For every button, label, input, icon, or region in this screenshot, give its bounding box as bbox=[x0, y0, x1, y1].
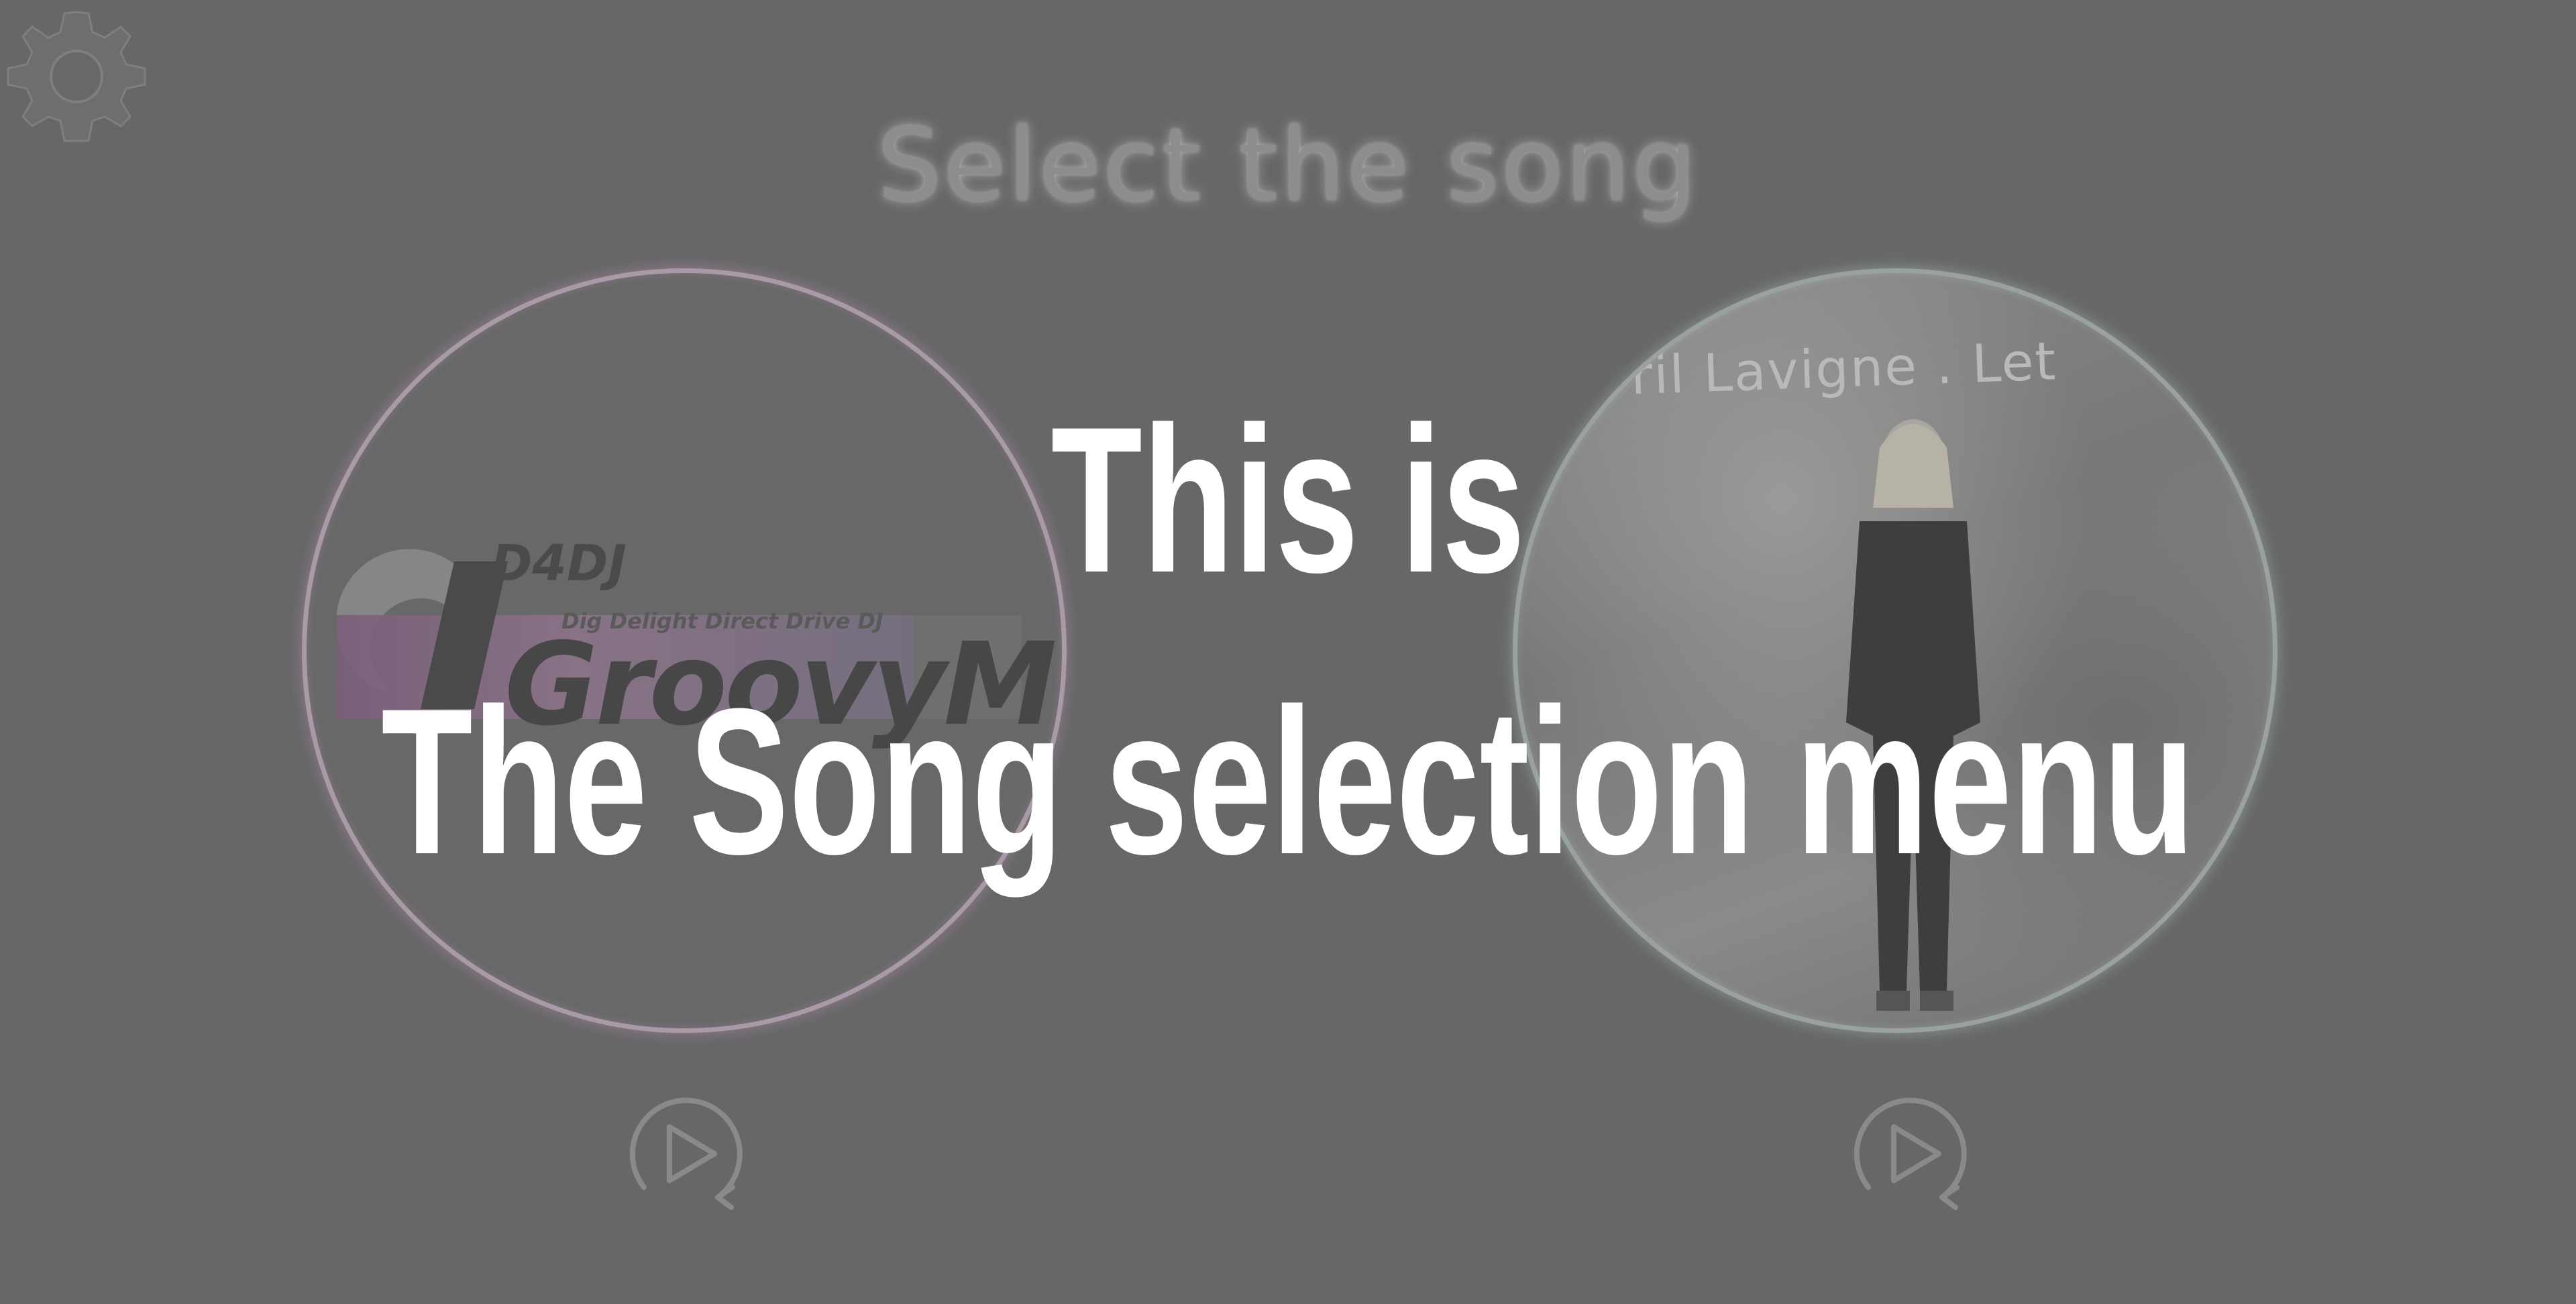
song-card-d4dj[interactable]: D4DJ Dig Delight Direct Drive DJ GroovyM… bbox=[302, 268, 1067, 1033]
play-preview-button-left[interactable] bbox=[617, 1087, 751, 1221]
play-replay-icon bbox=[629, 1097, 743, 1210]
play-preview-button-right[interactable] bbox=[1841, 1087, 1976, 1221]
song-selection-underlay: Select the song D4DJ Dig Delight Direct … bbox=[0, 0, 2576, 1304]
play-replay-icon bbox=[1854, 1097, 1967, 1210]
song-card-avril-lavigne[interactable]: Avril Lavigne . Let bbox=[1513, 268, 2277, 1033]
overlay-caption-line1: This is bbox=[1051, 383, 1525, 616]
page-title: Select the song bbox=[877, 107, 1699, 224]
song-selection-screen: Select the song D4DJ Dig Delight Direct … bbox=[0, 0, 2576, 1304]
overlay-caption-line2: The Song selection menu bbox=[381, 665, 2195, 898]
